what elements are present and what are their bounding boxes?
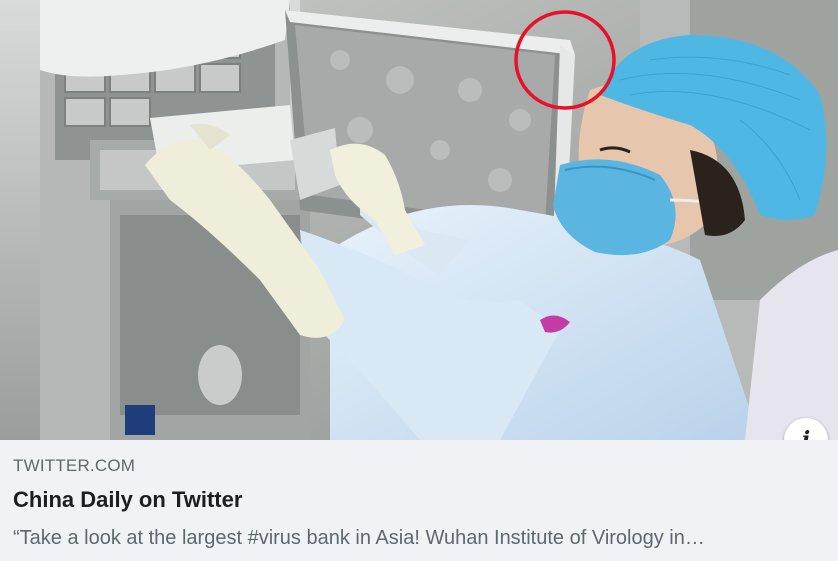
link-meta[interactable]: TWITTER.COM China Daily on Twitter “Take… <box>0 440 838 561</box>
link-description: “Take a look at the largest #virus bank … <box>13 527 705 549</box>
preview-image[interactable] <box>0 0 838 440</box>
link-title[interactable]: China Daily on Twitter <box>13 487 242 513</box>
link-domain: TWITTER.COM <box>13 456 136 475</box>
link-preview-card[interactable]: i TWITTER.COM China Daily on Twitter “Ta… <box>0 0 838 561</box>
